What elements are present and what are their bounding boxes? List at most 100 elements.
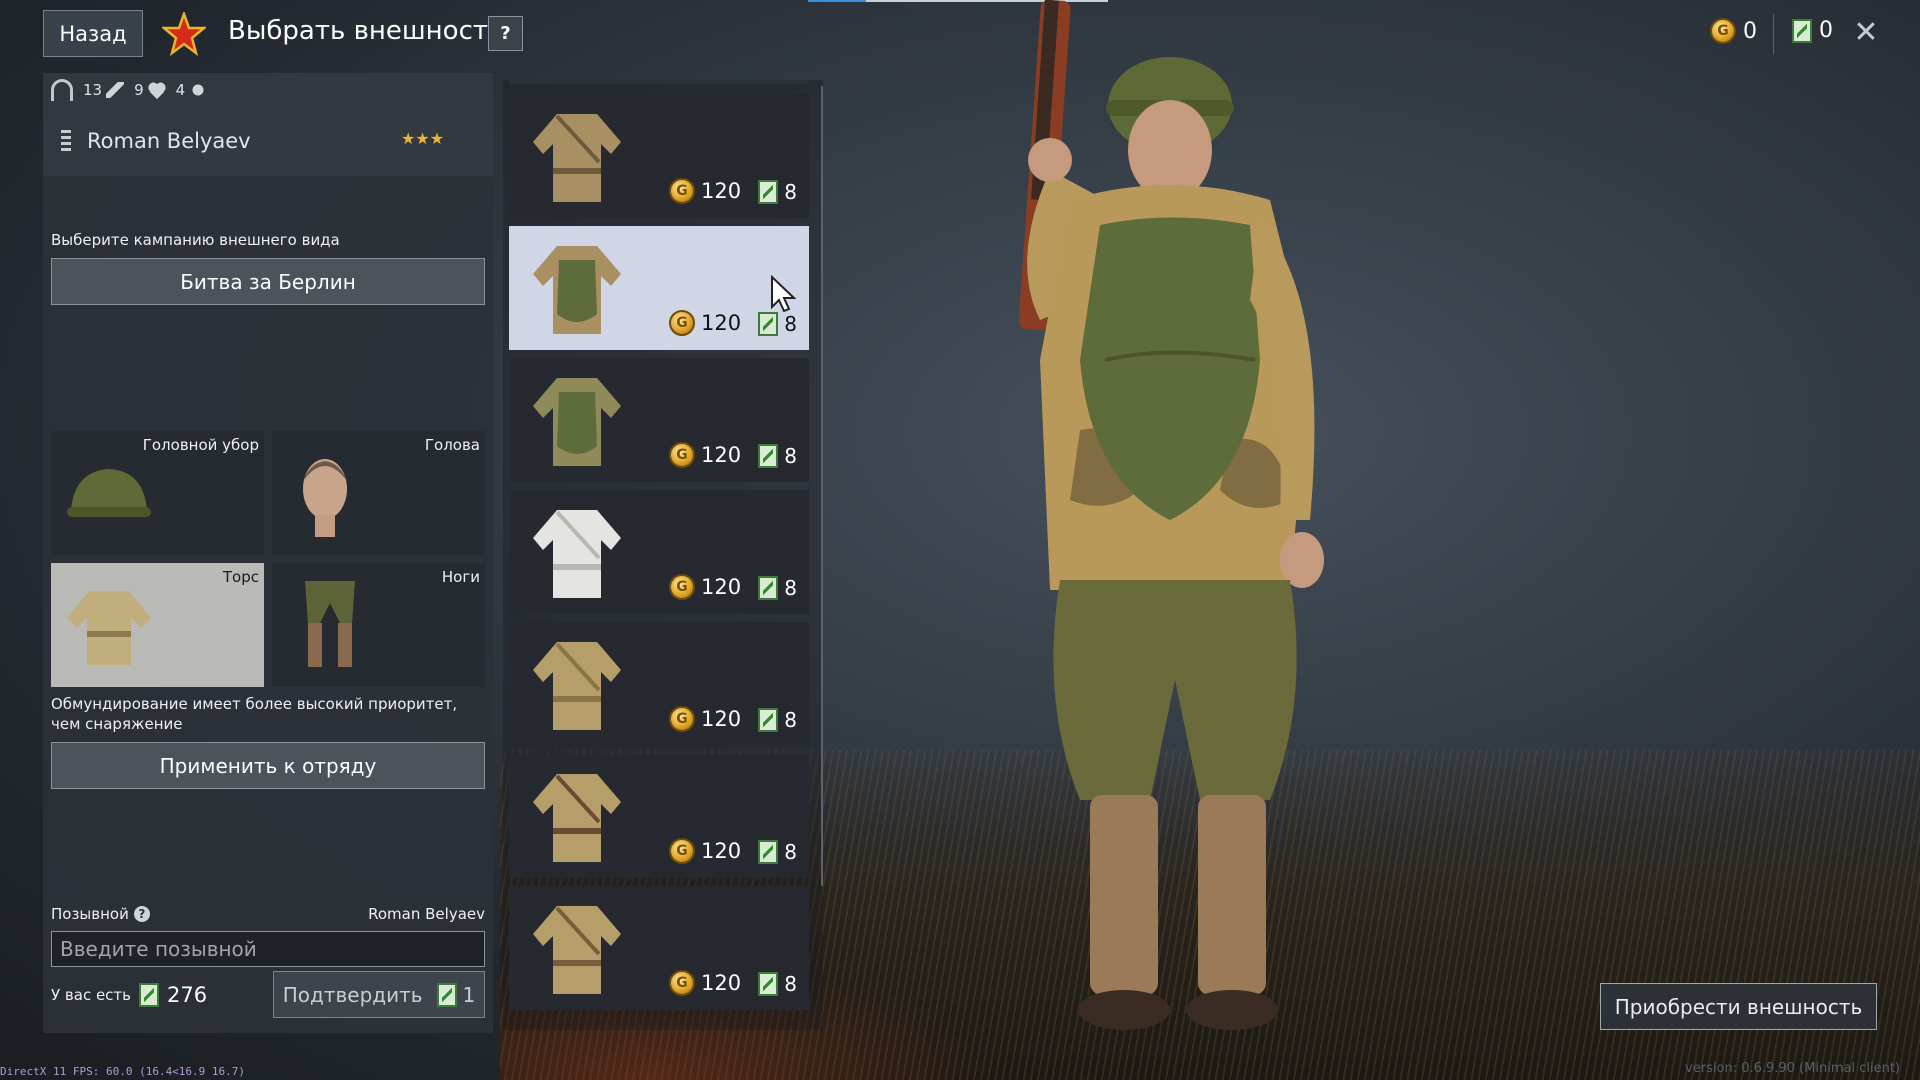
gold-coin-icon [669,574,695,600]
slot-torso-label: Торс [222,568,259,586]
item-price-value: 120 [701,839,742,863]
item-ticket-value: 8 [784,444,797,468]
torso-items-list: 120 8 120 8 120 8 120 8 120 8 120 8 120 8 [503,80,823,1030]
item-price-value: 120 [701,179,742,203]
stat-weapon-value: 13 [83,81,103,99]
rank-stars: ★★★ [401,129,445,148]
confirm-callsign-button[interactable]: Подтвердить 1 [273,971,485,1018]
slot-headgear[interactable]: Головной убор [51,431,264,555]
item-ticket-cost: 8 [758,708,797,732]
hand-icon [189,82,208,98]
ticket-icon [758,708,779,732]
gold-coin-icon [669,442,695,468]
tunic-icon [533,774,621,862]
buy-appearance-button[interactable]: Приобрести внешность [1600,983,1877,1030]
soldier-class-icon [61,130,71,152]
gold-coin-icon [669,838,695,864]
tunic-icon [533,114,621,202]
tunic-icon [533,378,621,466]
gold-coin-icon [669,178,695,204]
gold-amount: 0 [1743,18,1757,44]
slot-torso[interactable]: Торс [51,563,264,687]
soldier-row: Roman Belyaev ★★★ [43,107,493,175]
item-ticket-cost: 8 [758,312,797,336]
item-ticket-cost: 8 [758,576,797,600]
ticket-icon [139,983,160,1007]
gold-coin-icon [669,706,695,732]
item-ticket-value: 8 [784,708,797,732]
ticket-amount: 0 [1819,18,1833,43]
gold-coin-icon [1710,18,1736,44]
gold-coin-icon [669,970,695,996]
item-price-value: 120 [701,575,742,599]
callsign-current: Roman Belyaev [368,905,485,923]
stat-health: 9 [134,81,166,99]
item-ticket-cost: 8 [758,180,797,204]
tunic-icon [533,906,621,994]
item-price-value: 120 [701,971,742,995]
ticket-icon [758,312,779,336]
stat-weapon: 13 [83,81,125,99]
confirm-label: Подтвердить [282,982,423,1007]
headphones-icon [51,79,73,101]
slot-legs-label: Ноги [441,568,480,586]
item-card[interactable]: 120 8 [509,490,809,614]
item-card[interactable]: 120 8 [509,94,809,218]
item-ticket-cost: 8 [758,972,797,996]
ticket-icon [758,576,779,600]
help-button[interactable]: ? [488,16,523,51]
item-price-value: 120 [701,707,742,731]
soldier-preview-model[interactable] [930,0,1490,1080]
gold-coin-icon [669,310,695,336]
list-top-border [509,80,809,84]
callsign-label: Позывной [51,905,129,923]
item-card[interactable]: 120 8 [509,886,809,1010]
slot-head[interactable]: Голова [272,431,485,555]
mouse-cursor-icon [771,275,796,313]
item-ticket-value: 8 [784,180,797,204]
apply-to-squad-button[interactable]: Применить к отряду [51,742,485,789]
back-button[interactable]: Назад [43,10,143,57]
slot-legs[interactable]: Ноги [272,563,485,687]
tunic-icon [533,642,621,730]
item-price: 120 [669,178,741,204]
item-card[interactable]: 120 8 [509,358,809,482]
helmet-icon [67,469,151,517]
item-price: 120 [669,310,741,336]
item-card[interactable]: 120 8 [509,754,809,878]
soldier-stats: 13 9 4 [51,79,208,101]
ticket-icon [758,972,779,996]
ticket-icon [758,840,779,864]
item-price: 120 [669,970,741,996]
ticket-icon [758,444,779,468]
have-label: У вас есть [51,986,132,1004]
item-price-value: 120 [701,311,742,335]
item-ticket-value: 8 [784,576,797,600]
item-card[interactable]: 120 8 [509,622,809,746]
scrollbar[interactable] [821,86,823,886]
campaign-select-button[interactable]: Битва за Берлин [51,258,485,305]
stat-hand-value: 4 [175,81,186,99]
stat-health-value: 9 [134,81,144,99]
close-button[interactable]: ✕ [1852,16,1880,50]
item-ticket-value: 8 [784,312,797,336]
appearance-panel: Выберите кампанию внешнего вида Битва за… [43,176,493,964]
ticket-balance-row: У вас есть 276 [51,983,207,1007]
slot-head-label: Голова [424,436,480,454]
priority-note: Обмундирование имеет более высокий приор… [51,695,458,733]
tunic-icon [533,510,621,598]
page-title: Выбрать внешность [228,16,504,46]
callsign-label-wrap: Позывной ? [51,905,150,923]
item-card[interactable]: 120 8 [509,226,809,350]
ticket-icon [1792,18,1812,43]
item-price: 120 [669,574,741,600]
gold-balance: 0 [1710,18,1757,44]
stat-hand: 4 [176,81,208,99]
item-price: 120 [669,442,741,468]
divider [1773,14,1774,54]
confirm-cost-value: 1 [462,982,476,1007]
callsign-input[interactable] [51,931,485,967]
question-icon[interactable]: ? [133,906,150,922]
item-price: 120 [669,706,741,732]
item-ticket-value: 8 [784,840,797,864]
